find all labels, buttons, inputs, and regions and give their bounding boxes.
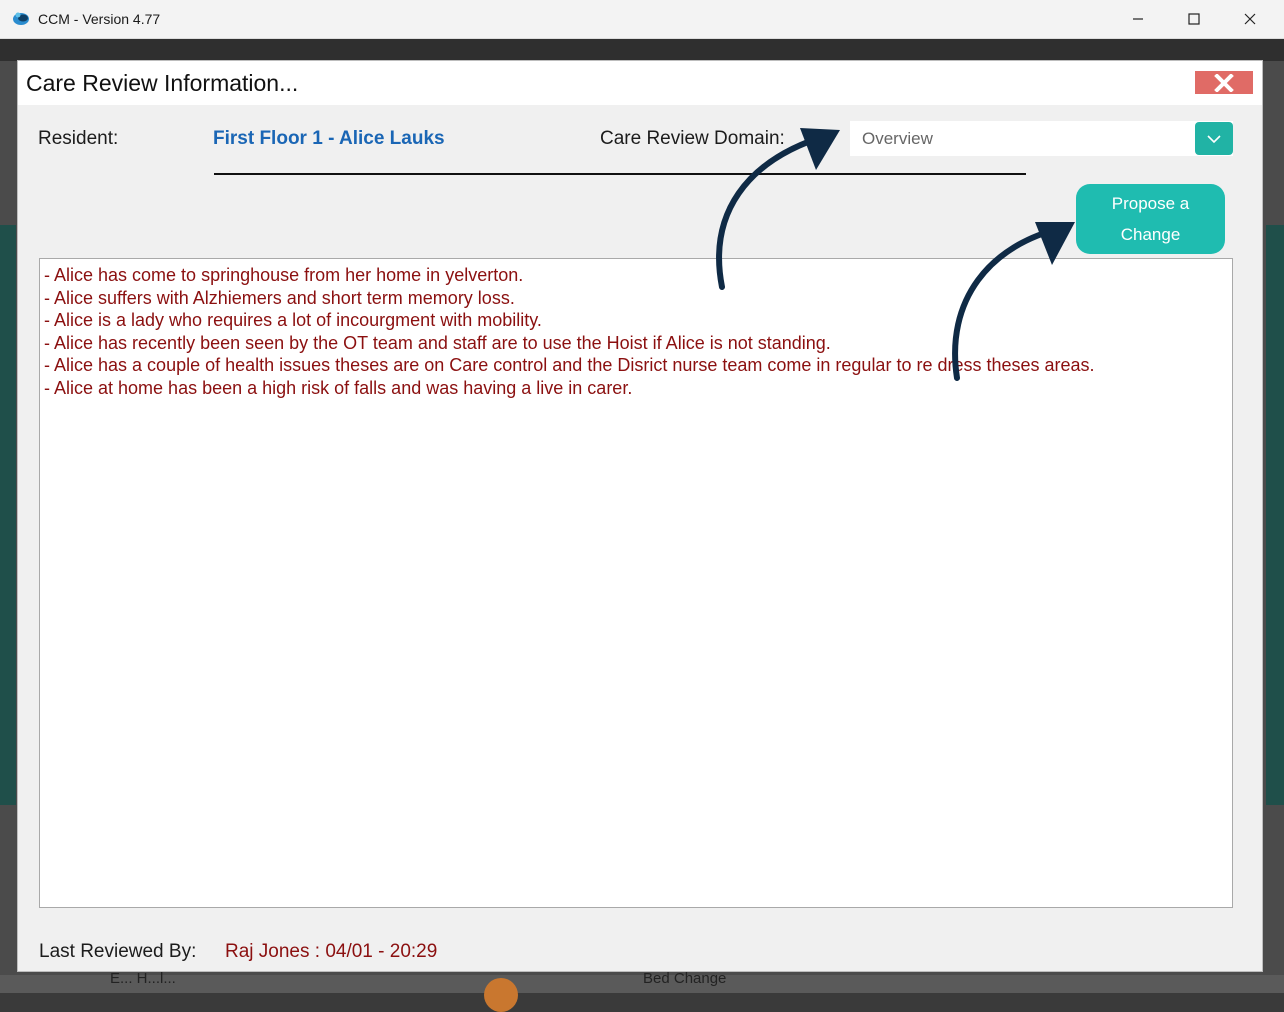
- domain-dropdown-button[interactable]: [1195, 122, 1233, 155]
- dialog-close-button[interactable]: [1195, 71, 1253, 94]
- close-icon: [1244, 13, 1256, 25]
- dialog-header: Care Review Information...: [18, 61, 1262, 105]
- window-close-button[interactable]: [1222, 0, 1278, 38]
- background-text-fragment: Bed Change: [643, 970, 727, 987]
- resident-name: First Floor 1 - Alice Lauks: [213, 128, 445, 149]
- note-line: - Alice has recently been seen by the OT…: [44, 332, 831, 353]
- note-line: - Alice has a couple of health issues th…: [44, 355, 1095, 375]
- last-reviewed-label: Last Reviewed By:: [39, 941, 197, 962]
- app-logo-icon: [13, 12, 29, 25]
- dialog-title: Care Review Information...: [26, 70, 299, 96]
- background-text-fragment: E... H...l...: [110, 970, 176, 987]
- background-avatar: [484, 978, 518, 1012]
- os-title-bar: CCM - Version 4.77: [0, 0, 1284, 39]
- app-background-panel-left: [0, 225, 16, 805]
- note-line: - Alice has come to springhouse from her…: [44, 265, 524, 285]
- resident-label: Resident:: [38, 128, 119, 149]
- minimize-icon: [1133, 18, 1143, 20]
- close-x-icon: [1214, 73, 1234, 92]
- resident-underline: [214, 173, 1026, 175]
- propose-change-button[interactable]: Propose a Change: [1076, 184, 1225, 254]
- window-title: CCM - Version 4.77: [38, 11, 161, 27]
- maximize-icon: [1188, 13, 1200, 25]
- domain-label: Care Review Domain:: [600, 128, 785, 149]
- minimize-button[interactable]: [1110, 0, 1166, 38]
- last-reviewed-value: Raj Jones : 04/01 - 20:29: [225, 941, 438, 962]
- care-notes-textarea[interactable]: - Alice has come to springhouse from her…: [39, 258, 1233, 908]
- maximize-button[interactable]: [1166, 0, 1222, 38]
- app-background-toolbar: [0, 39, 1284, 61]
- domain-selected-value: Overview: [862, 129, 933, 148]
- care-review-domain-select[interactable]: Overview: [850, 121, 1233, 156]
- app-background-footer: [0, 975, 1284, 993]
- note-line: - Alice at home has been a high risk of …: [44, 377, 633, 398]
- note-line: - Alice suffers with Alzhiemers and shor…: [44, 287, 515, 308]
- app-background-panel-right: [1266, 225, 1284, 805]
- chevron-down-icon: [1207, 134, 1221, 143]
- note-line: - Alice is a lady who requires a lot of …: [44, 310, 542, 330]
- care-review-dialog: Care Review Information... Resident: Fir…: [17, 60, 1263, 972]
